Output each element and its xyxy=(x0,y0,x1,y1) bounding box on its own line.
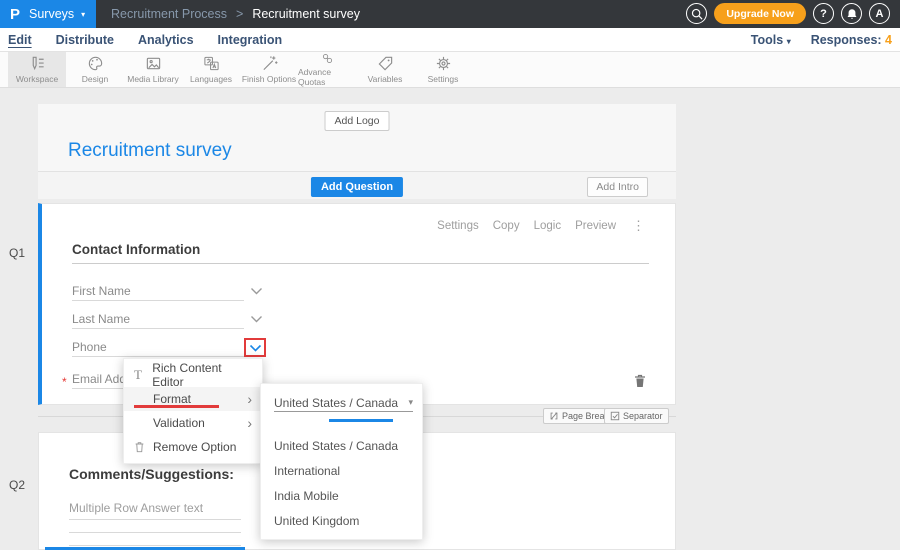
toolbar-item-languages[interactable]: Languages xyxy=(182,52,240,87)
main-nav: Edit Distribute Analytics Integration To… xyxy=(0,28,900,52)
toolbar-item-variables[interactable]: Variables xyxy=(356,52,414,87)
required-asterisk: * xyxy=(62,375,67,389)
breadcrumb-separator-icon: > xyxy=(236,7,243,21)
toolbar-item-workspace[interactable]: Workspace xyxy=(8,52,66,87)
menu-item-validation[interactable]: Validation › xyxy=(124,411,262,435)
workspace-icon xyxy=(29,55,46,72)
separator-button[interactable]: Separator xyxy=(604,408,669,424)
variables-tag-icon xyxy=(377,55,394,72)
add-question-button[interactable]: Add Question xyxy=(311,177,403,197)
format-submenu: United States / Canada ▾ United States /… xyxy=(260,383,423,540)
finish-options-wand-icon xyxy=(261,55,278,72)
kebab-menu-icon[interactable]: ⋮ xyxy=(632,218,645,234)
submenu-arrow-icon: › xyxy=(247,416,252,430)
question-logic-link[interactable]: Logic xyxy=(534,220,562,232)
phone-format-select[interactable]: United States / Canada ▾ xyxy=(274,394,413,412)
question-copy-link[interactable]: Copy xyxy=(493,220,520,232)
tools-menu[interactable]: Tools ▾ xyxy=(751,33,791,47)
select-caret-icon: ▾ xyxy=(408,397,413,408)
product-menu-label: Surveys xyxy=(29,7,74,21)
bell-icon xyxy=(846,8,858,20)
caret-down-icon: ▾ xyxy=(787,37,791,46)
field-phone[interactable]: Phone xyxy=(72,340,244,357)
breadcrumb-parent[interactable]: Recruitment Process xyxy=(111,7,227,21)
tools-label: Tools xyxy=(751,33,783,47)
menu-item-rich-content-editor[interactable]: T Rich Content Editor xyxy=(124,363,262,387)
annotation-underline xyxy=(134,405,219,408)
separator-icon xyxy=(610,411,620,421)
select-focus-indicator xyxy=(329,419,393,422)
app-window: P Surveys ▾ Recruitment Process > Recrui… xyxy=(0,0,900,550)
help-icon: ? xyxy=(820,8,827,20)
breadcrumb: Recruitment Process > Recruitment survey xyxy=(111,7,360,21)
tab-integration[interactable]: Integration xyxy=(218,33,283,47)
field-first-name[interactable]: First Name xyxy=(72,284,244,301)
responses-counter[interactable]: Responses: 4 xyxy=(811,33,892,47)
header-actions: Upgrade Now ? A xyxy=(686,3,890,24)
advance-quotas-icon xyxy=(319,52,336,65)
menu-item-remove-option[interactable]: Remove Option xyxy=(124,435,262,459)
avatar[interactable]: A xyxy=(869,3,890,24)
toolbar-item-media-library[interactable]: Media Library xyxy=(124,52,182,87)
add-intro-button[interactable]: Add Intro xyxy=(587,177,648,197)
upgrade-now-button[interactable]: Upgrade Now xyxy=(714,3,806,24)
editor-toolbar: Workspace Design Media Library Languages… xyxy=(0,52,900,88)
design-palette-icon xyxy=(87,55,104,72)
add-section-row: Add Question Add Intro xyxy=(38,172,676,199)
rich-text-icon: T xyxy=(134,367,142,383)
annotation-highlight-box xyxy=(244,338,266,357)
question-number-q2: Q2 xyxy=(9,478,25,492)
answer-row-line[interactable] xyxy=(69,532,241,533)
questionpro-logo-icon: P xyxy=(10,6,20,23)
help-button[interactable]: ? xyxy=(813,3,834,24)
add-logo-button[interactable]: Add Logo xyxy=(325,111,390,131)
answer-row-line[interactable] xyxy=(69,545,241,546)
top-header: P Surveys ▾ Recruitment Process > Recrui… xyxy=(0,0,900,28)
responses-count: 4 xyxy=(885,33,892,47)
tab-analytics[interactable]: Analytics xyxy=(138,33,194,47)
toolbar-item-finish-options[interactable]: Finish Options xyxy=(240,52,298,87)
format-option-united-kingdom[interactable]: United Kingdom xyxy=(274,514,359,528)
toolbar-item-design[interactable]: Design xyxy=(66,52,124,87)
page-break-icon xyxy=(549,411,559,421)
survey-title[interactable]: Recruitment survey xyxy=(68,140,232,162)
submenu-arrow-icon: › xyxy=(247,392,252,406)
breadcrumb-current: Recruitment survey xyxy=(252,7,360,21)
chevron-down-icon[interactable] xyxy=(250,287,263,295)
survey-header: Add Logo Recruitment survey xyxy=(38,104,676,172)
languages-icon xyxy=(203,55,220,72)
question-title-q2[interactable]: Comments/Suggestions: xyxy=(69,466,234,482)
toolbar-item-settings[interactable]: Settings xyxy=(414,52,472,87)
format-option-india-mobile[interactable]: India Mobile xyxy=(274,489,339,503)
media-library-icon xyxy=(145,55,162,72)
field-last-name[interactable]: Last Name xyxy=(72,312,244,329)
trash-icon xyxy=(134,441,145,453)
settings-gear-icon xyxy=(435,55,452,72)
answer-row-line[interactable] xyxy=(69,519,241,520)
option-context-menu: T Rich Content Editor Format › Validatio… xyxy=(123,358,263,464)
delete-question-trash-icon[interactable] xyxy=(634,374,646,388)
question-title-q1[interactable]: Contact Information xyxy=(72,242,200,257)
format-option-international[interactable]: International xyxy=(274,464,340,478)
chevron-down-icon[interactable] xyxy=(249,344,262,352)
search-icon xyxy=(691,8,703,20)
chevron-down-icon[interactable] xyxy=(250,315,263,323)
responses-label: Responses: xyxy=(811,33,882,47)
format-option-us-canada[interactable]: United States / Canada xyxy=(274,439,398,453)
tab-edit[interactable]: Edit xyxy=(8,33,32,47)
notifications-button[interactable] xyxy=(841,3,862,24)
question-number-q1: Q1 xyxy=(9,246,25,260)
product-menu[interactable]: P Surveys ▾ xyxy=(0,0,96,28)
toolbar-item-advance-quotas[interactable]: Advance Quotas xyxy=(298,52,356,87)
tab-distribute[interactable]: Distribute xyxy=(56,33,114,47)
multirow-answer-placeholder[interactable]: Multiple Row Answer text xyxy=(69,501,203,515)
question-actions: Settings Copy Logic Preview ⋮ xyxy=(437,218,645,234)
question-preview-link[interactable]: Preview xyxy=(575,220,616,232)
search-button[interactable] xyxy=(686,3,707,24)
selected-format: United States / Canada xyxy=(274,396,398,410)
caret-down-icon: ▾ xyxy=(81,10,85,19)
question-settings-link[interactable]: Settings xyxy=(437,220,479,232)
question-title-underline xyxy=(72,263,649,264)
